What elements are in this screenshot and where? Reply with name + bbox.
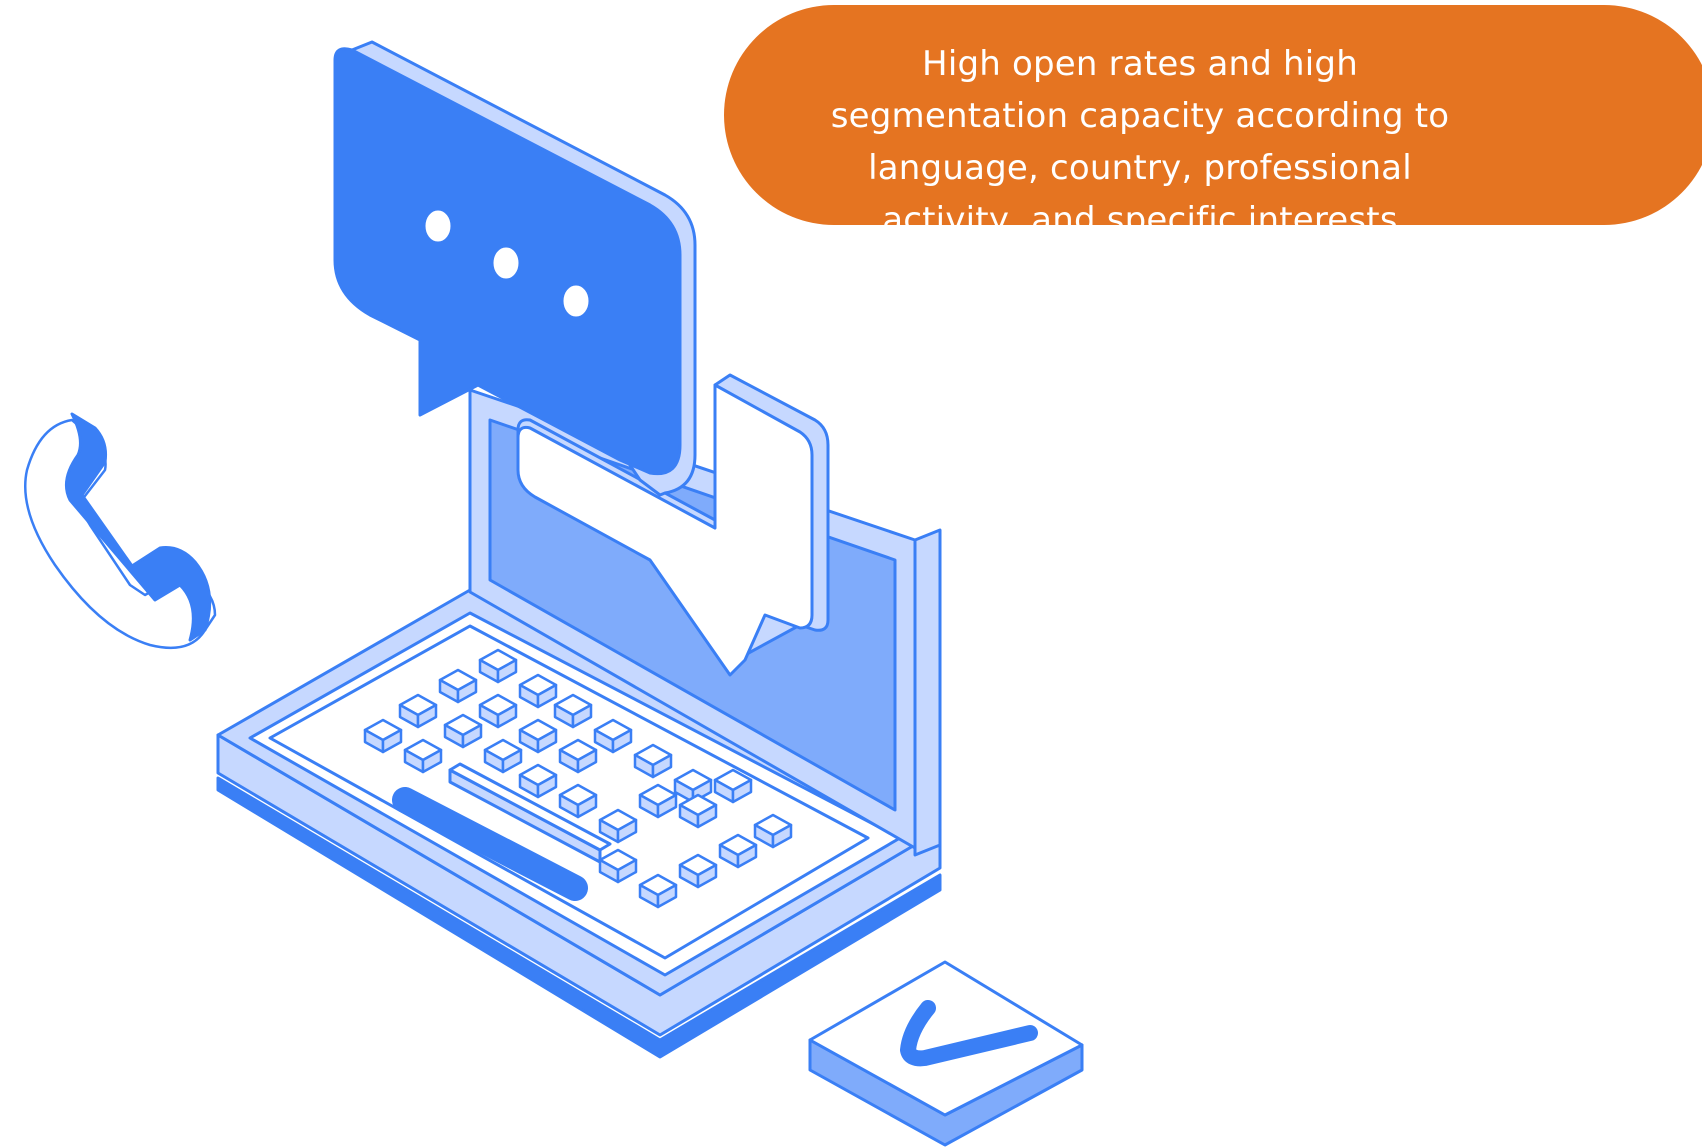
checkmark-icon — [808, 960, 1084, 1147]
headline-callout: High open rates and high segmentation ca… — [724, 5, 1702, 240]
phone-handset-icon — [23, 412, 217, 650]
callout-text: High open rates and high segmentation ca… — [830, 44, 1450, 240]
